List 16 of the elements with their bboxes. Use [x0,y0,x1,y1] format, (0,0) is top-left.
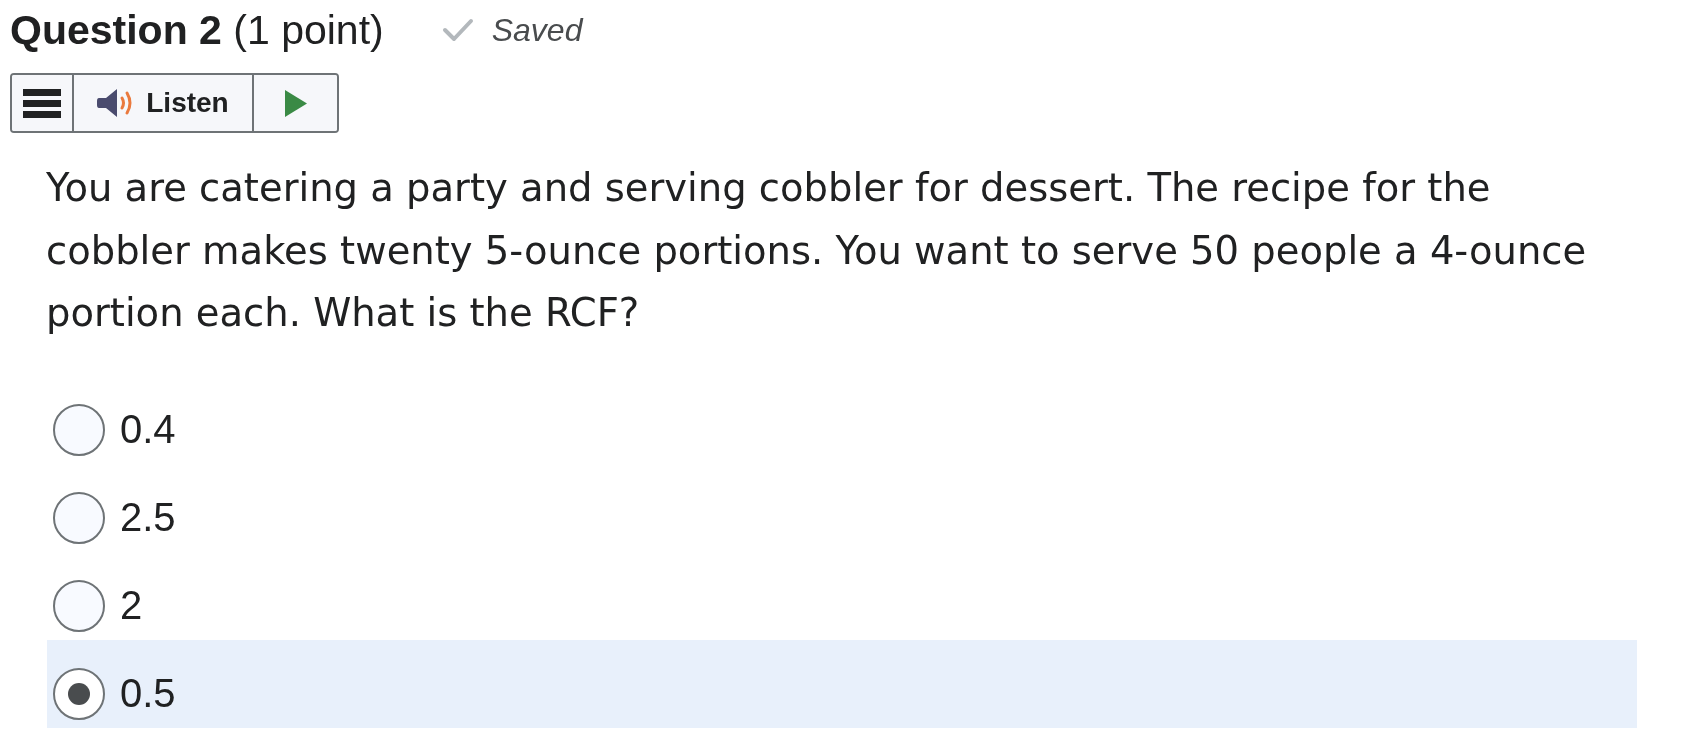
option-label: 0.4 [120,407,176,452]
radio-dot-icon [68,682,90,705]
question-text: You are catering a party and serving cobbler for dessert. The recipe for the cobbler makes twenty 5-ounce portions. You want to serve 50 people a 4-ounce portion each. What is the RCF? [46,164,1588,337]
menu-icon [23,88,61,118]
option-label: 2 [120,583,143,628]
save-status: Saved [491,11,583,49]
radio-button[interactable] [53,667,105,720]
option-label: 2.5 [120,495,176,540]
radio-button[interactable] [53,403,105,456]
radio-button[interactable] [53,491,105,544]
menu-button[interactable] [12,75,74,131]
checkmark-icon [441,18,474,42]
play-icon [284,89,307,117]
radio-button[interactable] [53,579,105,632]
question-title: Question 2 (1 point) [10,6,384,54]
option-label: 0.5 [120,671,176,716]
